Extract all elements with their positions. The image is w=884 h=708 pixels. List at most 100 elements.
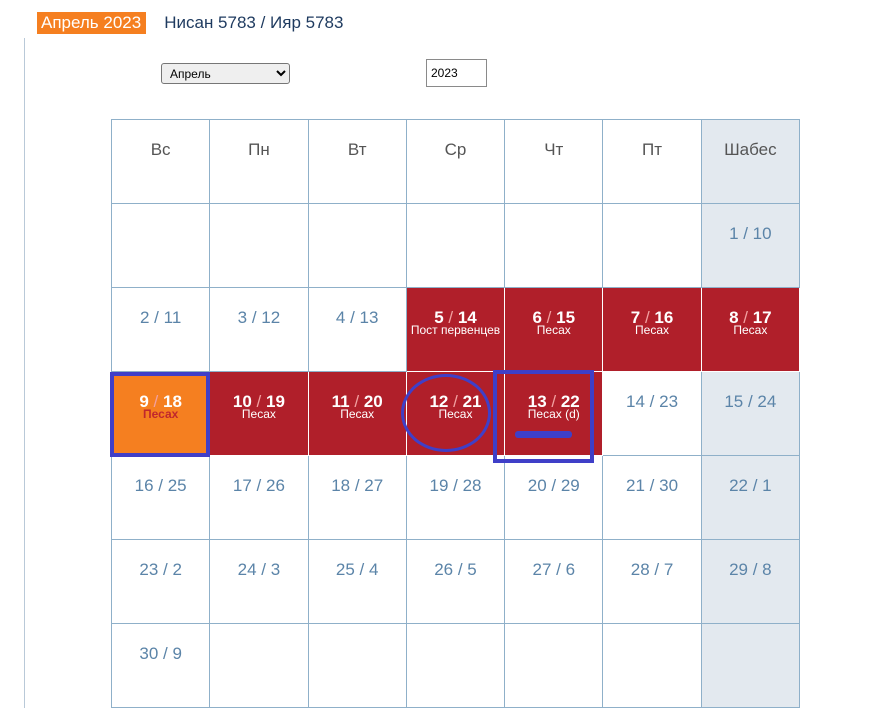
day-cell-sunday[interactable]: 2 / 11: [110, 287, 211, 372]
day-number: 1 / 10: [729, 224, 772, 243]
day-cell-content: [603, 204, 700, 224]
day-cell-shabbat[interactable]: 15 / 24: [700, 371, 801, 456]
day-number: 21 / 30: [626, 476, 679, 495]
holiday-label: Песах: [142, 407, 179, 421]
holiday-label: Песах: [635, 323, 670, 337]
weekday-tuesday: Вт: [307, 119, 407, 204]
day-cell-content: 20 / 29: [505, 456, 602, 495]
day-cell-shabbat[interactable]: 1 / 10: [700, 203, 801, 288]
day-cell-content: 18 / 27: [309, 456, 406, 495]
day-number: 28 / 7: [630, 560, 674, 579]
week-row: 1 / 10: [110, 203, 801, 288]
day-cell-friday: [602, 203, 702, 288]
day-cell-content: 17 / 26: [210, 456, 307, 495]
day-cell-thursday[interactable]: 20 / 29: [504, 455, 604, 540]
day-cell-content: 15 / 24: [702, 372, 799, 411]
day-number: 17 / 26: [232, 476, 285, 495]
day-number: 16 / 25: [134, 476, 187, 495]
day-cell-sunday[interactable]: 16 / 25: [110, 455, 211, 540]
day-number: 25 / 4: [335, 560, 379, 579]
day-cell-thursday[interactable]: 6 / 15 Песах: [504, 287, 604, 372]
weekday-wednesday: Ср: [405, 119, 506, 204]
day-cell-content: [603, 624, 700, 644]
day-cell-thursday: [504, 623, 604, 708]
day-cell-content: 25 / 4: [309, 540, 406, 579]
day-cell-content: [112, 204, 209, 224]
day-cell-content: [309, 624, 406, 644]
day-cell-content: [505, 624, 602, 644]
day-cell-content: 4 / 13: [309, 288, 406, 327]
day-cell-friday[interactable]: 28 / 7: [602, 539, 702, 624]
day-number: 23 / 2: [139, 560, 182, 579]
day-cell-shabbat: [700, 623, 801, 708]
day-cell-content: 3 / 12: [210, 288, 307, 327]
day-cell-content: 30 / 9: [112, 624, 209, 663]
day-cell-content: 7 / 16 Песах: [603, 288, 700, 336]
day-cell-content: [702, 624, 799, 644]
weekday-monday: Пн: [209, 119, 309, 204]
day-cell-shabbat[interactable]: 29 / 8: [700, 539, 801, 624]
day-cell-wednesday[interactable]: 12 / 21 Песах: [405, 371, 506, 456]
week-row: 9 / 18 Песах 10 / 19 Песах 11 / 20 Песах 12 / …: [110, 371, 801, 456]
day-number: 3 / 12: [237, 308, 281, 327]
day-cell-friday: [602, 623, 702, 708]
day-cell-tuesday[interactable]: 4 / 13: [307, 287, 407, 372]
week-row: 2 / 11 3 / 12 4 / 13 5 / 14 Пост первенцев 6 …: [110, 287, 801, 372]
day-cell-wednesday[interactable]: 19 / 28: [405, 455, 506, 540]
day-cell-wednesday: [405, 623, 506, 708]
day-cell-content: [407, 204, 504, 224]
weekday-thursday: Чт: [504, 119, 604, 204]
day-cell-tuesday[interactable]: 25 / 4: [307, 539, 407, 624]
day-number: 30 / 9: [139, 644, 182, 663]
day-cell-friday[interactable]: 14 / 23: [602, 371, 702, 456]
day-cell-monday[interactable]: 10 / 19 Песах: [209, 371, 309, 456]
day-cell-friday[interactable]: 7 / 16 Песах: [602, 287, 702, 372]
day-cell-monday[interactable]: 24 / 3: [209, 539, 309, 624]
holiday-label: Песах (d): [527, 407, 580, 421]
day-cell-sunday[interactable]: 9 / 18 Песах: [110, 371, 211, 456]
day-number: 22 / 1: [729, 476, 772, 495]
day-cell-tuesday[interactable]: 18 / 27: [307, 455, 407, 540]
year-input[interactable]: [426, 59, 487, 87]
day-cell-content: 22 / 1: [702, 456, 799, 495]
day-cell-monday[interactable]: 17 / 26: [209, 455, 309, 540]
day-cell-content: 14 / 23: [603, 372, 700, 411]
day-cell-monday[interactable]: 3 / 12: [209, 287, 309, 372]
day-cell-content: 2 / 11: [112, 288, 209, 327]
day-cell-tuesday[interactable]: 11 / 20 Песах: [307, 371, 407, 456]
day-cell-sunday[interactable]: 23 / 2: [110, 539, 211, 624]
day-cell-tuesday: [307, 203, 407, 288]
hebrew-months-title: Нисан 5783 / Ияр 5783: [164, 13, 344, 32]
day-cell-friday[interactable]: 21 / 30: [602, 455, 702, 540]
left-divider: [24, 38, 25, 708]
day-cell-thursday[interactable]: 27 / 6: [504, 539, 604, 624]
day-cell-wednesday[interactable]: 5 / 14 Пост первенцев: [405, 287, 506, 372]
day-cell-content: [210, 624, 307, 644]
day-cell-content: 29 / 8: [702, 540, 799, 579]
day-number: 20 / 29: [527, 476, 580, 495]
day-number: 19 / 28: [429, 476, 482, 495]
day-cell-shabbat[interactable]: 22 / 1: [700, 455, 801, 540]
day-cell-wednesday: [405, 203, 506, 288]
day-cell-shabbat[interactable]: 8 / 17 Песах: [700, 287, 801, 372]
day-cell-content: [505, 204, 602, 224]
weekday-sunday: Вс: [110, 119, 211, 204]
day-cell-content: 13 / 22 Песах (d): [505, 372, 602, 420]
day-cell-thursday[interactable]: 13 / 22 Песах (d): [504, 371, 604, 456]
day-cell-content: 6 / 15 Песах: [505, 288, 602, 336]
holiday-label: Песах: [536, 323, 571, 337]
weekday-friday: Пт: [602, 119, 702, 204]
calendar-header: Апрель 2023 Нисан 5783 / Ияр 5783: [37, 11, 343, 35]
day-cell-content: 5 / 14 Пост первенцев: [407, 288, 504, 336]
day-number: 24 / 3: [237, 560, 281, 579]
day-cell-content: 8 / 17 Песах: [702, 288, 799, 336]
day-cell-content: 19 / 28: [407, 456, 504, 495]
day-cell-sunday[interactable]: 30 / 9: [110, 623, 211, 708]
month-select[interactable]: Апрель: [161, 63, 290, 84]
day-number: 27 / 6: [532, 560, 576, 579]
day-cell-content: [309, 204, 406, 224]
weekday-header-row: Вс Пн Вт Ср Чт Пт Шабес: [110, 119, 801, 204]
day-cell-content: 26 / 5: [407, 540, 504, 579]
calendar-page: Апрель 2023 Нисан 5783 / Ияр 5783 Апрель…: [0, 0, 884, 708]
day-cell-wednesday[interactable]: 26 / 5: [405, 539, 506, 624]
